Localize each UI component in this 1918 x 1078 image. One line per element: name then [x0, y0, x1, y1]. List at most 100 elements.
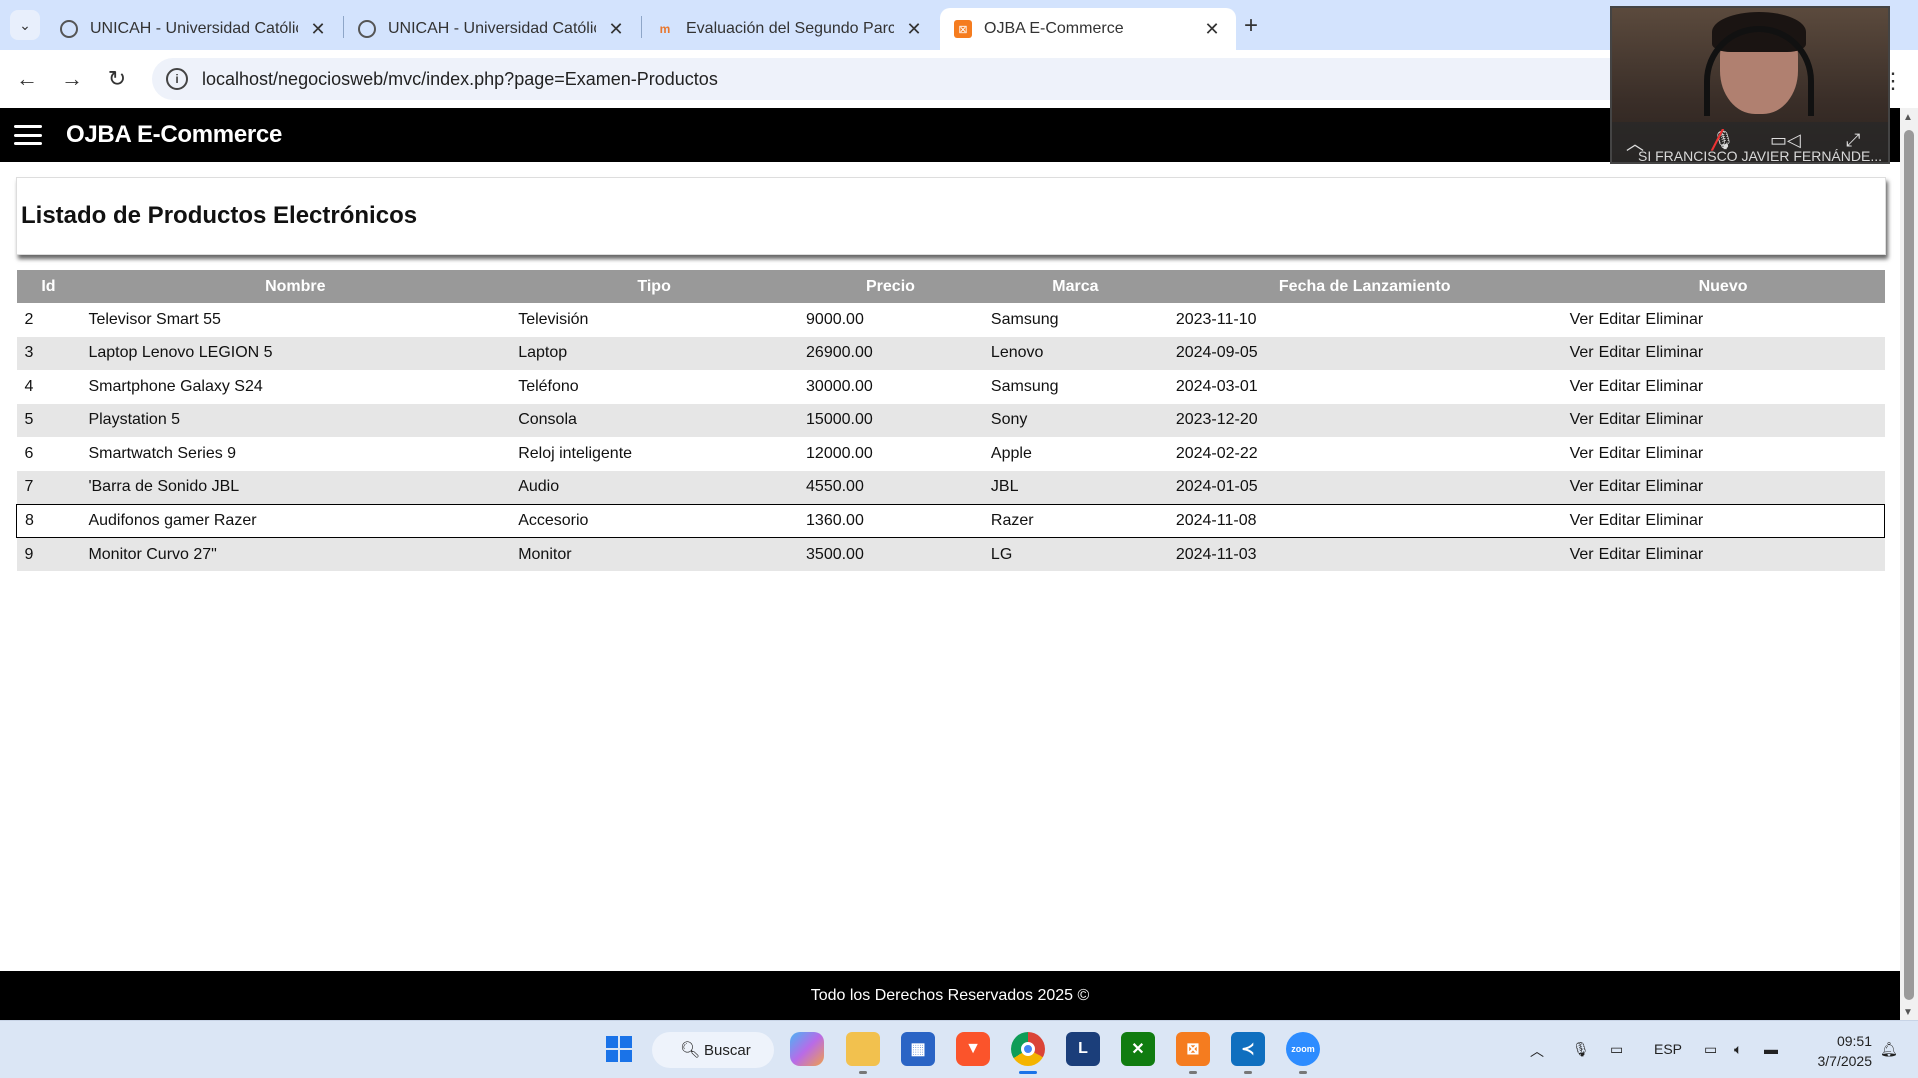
microphone-icon[interactable]: 🎙︎	[1572, 1041, 1590, 1058]
ver-link[interactable]: Ver	[1570, 512, 1594, 529]
cell-id: 9	[16, 537, 81, 571]
eliminar-link[interactable]: Eliminar	[1645, 378, 1703, 395]
editar-link[interactable]: Editar	[1599, 411, 1641, 428]
cell-precio: 15000.00	[798, 403, 983, 437]
chrome-icon[interactable]	[1011, 1032, 1045, 1066]
ver-link[interactable]: Ver	[1570, 411, 1594, 428]
table-row: 7 'Barra de Sonido JBL Audio 4550.00 JBL…	[16, 470, 1885, 504]
footer-text: Todo los Derechos Reservados 2025 ©	[810, 986, 1090, 1004]
cell-precio: 30000.00	[798, 370, 983, 404]
ver-link[interactable]: Ver	[1570, 546, 1594, 563]
editar-link[interactable]: Editar	[1599, 445, 1641, 462]
notification-bell-icon[interactable]: 🔔︎	[1880, 1041, 1898, 1058]
close-icon[interactable]: ✕	[606, 19, 626, 40]
file-explorer-icon[interactable]	[846, 1032, 880, 1066]
close-icon[interactable]: ✕	[308, 19, 328, 40]
editar-link[interactable]: Editar	[1599, 378, 1641, 395]
browser-tab-active[interactable]: ⊠ OJBA E-Commerce ✕	[940, 8, 1236, 50]
editar-link[interactable]: Editar	[1599, 311, 1641, 328]
back-button[interactable]: ←	[10, 62, 44, 96]
cell-id: 8	[16, 503, 81, 538]
eliminar-link[interactable]: Eliminar	[1645, 311, 1703, 328]
ver-link[interactable]: Ver	[1570, 378, 1594, 395]
browser-tab-2[interactable]: UNICAH - Universidad Católica ✕	[344, 8, 640, 50]
header-tipo: Tipo	[510, 270, 799, 303]
microsoft-store-icon[interactable]: ▦	[901, 1032, 935, 1066]
vscode-icon[interactable]: ≺	[1231, 1032, 1265, 1066]
new-tab-button[interactable]: +	[1244, 12, 1258, 40]
cell-precio: 9000.00	[798, 303, 983, 337]
tab-title: OJBA E-Commerce	[984, 20, 1124, 37]
ver-link[interactable]: Ver	[1570, 344, 1594, 361]
close-icon[interactable]: ✕	[904, 19, 924, 40]
cell-fecha: 2024-11-08	[1167, 503, 1562, 538]
language-indicator[interactable]: ESP	[1654, 1041, 1682, 1057]
eliminar-link[interactable]: Eliminar	[1645, 411, 1703, 428]
header-precio: Precio	[798, 270, 983, 303]
eliminar-link[interactable]: Eliminar	[1645, 445, 1703, 462]
scroll-down-icon[interactable]: ▼	[1903, 1007, 1913, 1018]
header-nuevo: Nuevo	[1561, 270, 1885, 303]
xbox-icon[interactable]: ✕	[1121, 1032, 1155, 1066]
running-indicator-active	[1019, 1071, 1037, 1074]
display-icon[interactable]: ▭	[1610, 1041, 1623, 1058]
page-scrollbar[interactable]: ▲ ▼	[1900, 108, 1918, 1020]
editar-link[interactable]: Editar	[1599, 546, 1641, 563]
cell-tipo: Laptop	[510, 336, 799, 370]
globe-icon	[60, 20, 78, 38]
video-call-window[interactable]: ︿ 🎙 ╱ ▭◁ ⤢ SI FRANCISCO JAVIER FERNÁNDE.…	[1610, 6, 1890, 164]
hamburger-menu-icon[interactable]	[14, 125, 42, 145]
site-info-icon[interactable]: i	[166, 68, 188, 90]
ver-link[interactable]: Ver	[1570, 311, 1594, 328]
title-card: Listado de Productos Electrónicos	[16, 177, 1886, 255]
cell-marca: Apple	[982, 437, 1168, 471]
scroll-up-icon[interactable]: ▲	[1903, 112, 1913, 123]
arrow-left-icon: ←	[16, 66, 38, 91]
editar-link[interactable]: Editar	[1599, 344, 1641, 361]
eliminar-link[interactable]: Eliminar	[1645, 546, 1703, 563]
close-icon[interactable]: ✕	[1202, 19, 1222, 40]
cell-precio: 4550.00	[798, 470, 983, 504]
editar-link[interactable]: Editar	[1599, 512, 1641, 529]
editar-link[interactable]: Editar	[1599, 478, 1641, 495]
tab-title: Evaluación del Segundo Parcial	[686, 20, 894, 37]
running-indicator	[1244, 1071, 1252, 1074]
products-table: Id Nombre Tipo Precio Marca Fecha de Lan…	[16, 270, 1885, 571]
cell-nombre: 'Barra de Sonido JBL	[80, 470, 511, 504]
taskbar-search[interactable]: 🔍︎ Buscar	[652, 1032, 774, 1068]
browser-tab-1[interactable]: UNICAH - Universidad Católica ✕	[46, 8, 342, 50]
xampp-icon[interactable]: ⊠	[1176, 1032, 1210, 1066]
scrollbar-thumb[interactable]	[1904, 130, 1914, 1000]
l-app-icon[interactable]: L	[1066, 1032, 1100, 1066]
reload-button[interactable]: ↻	[100, 62, 134, 96]
cell-nombre: Smartwatch Series 9	[80, 437, 511, 471]
clock-date: 3/7/2025	[1817, 1053, 1873, 1069]
ver-link[interactable]: Ver	[1570, 478, 1594, 495]
chevron-up-icon[interactable]: ︿	[1530, 1041, 1544, 1061]
brave-browser-icon[interactable]: ▼	[956, 1032, 990, 1066]
eliminar-link[interactable]: Eliminar	[1645, 478, 1703, 495]
tab-search-button[interactable]: ⌄	[10, 10, 40, 40]
cell-actions: Ver Editar Eliminar	[1561, 437, 1885, 471]
network-icon[interactable]: ▭	[1704, 1041, 1717, 1058]
eliminar-link[interactable]: Eliminar	[1645, 512, 1703, 529]
cell-fecha: 2023-11-10	[1167, 303, 1562, 337]
tab-title: UNICAH - Universidad Católica	[90, 20, 298, 37]
cell-nombre: Playstation 5	[80, 403, 511, 437]
zoom-icon[interactable]: zoom	[1286, 1032, 1320, 1066]
volume-icon[interactable]: 🔈︎	[1734, 1041, 1742, 1058]
forward-button[interactable]: →	[55, 62, 89, 96]
cell-tipo: Reloj inteligente	[510, 437, 799, 471]
search-label: Buscar	[704, 1041, 751, 1059]
taskbar-clock[interactable]: 09:51 3/7/2025	[1800, 1031, 1873, 1071]
battery-icon[interactable]: ▬	[1764, 1041, 1778, 1057]
eliminar-link[interactable]: Eliminar	[1645, 344, 1703, 361]
windows-start-icon[interactable]	[602, 1032, 636, 1066]
cell-actions: Ver Editar Eliminar	[1561, 336, 1885, 370]
ver-link[interactable]: Ver	[1570, 445, 1594, 462]
cell-id: 7	[16, 470, 81, 504]
cell-precio: 26900.00	[798, 336, 983, 370]
address-bar[interactable]: i localhost/negociosweb/mvc/index.php?pa…	[152, 58, 1712, 100]
copilot-icon[interactable]	[790, 1032, 824, 1066]
browser-tab-3[interactable]: m Evaluación del Segundo Parcial ✕	[642, 8, 938, 50]
